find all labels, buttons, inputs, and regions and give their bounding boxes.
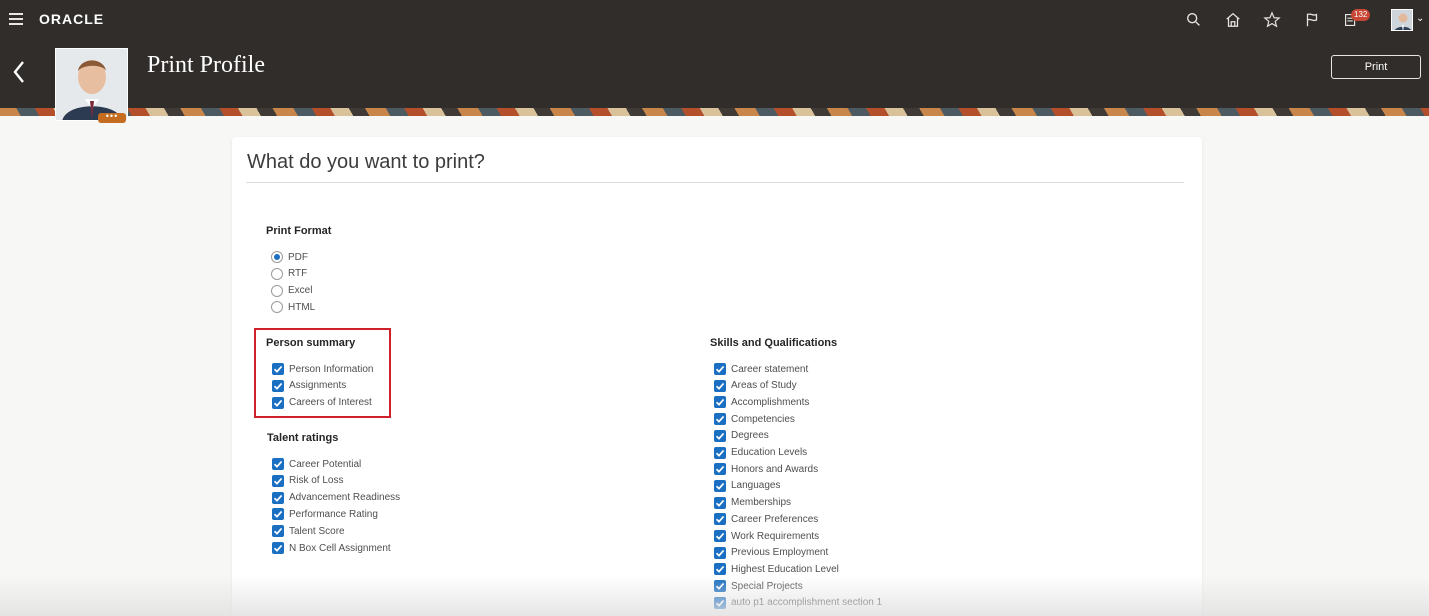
radio-label: HTML	[288, 301, 316, 313]
radio-button[interactable]	[271, 301, 283, 314]
radio-option-excel[interactable]: Excel	[271, 283, 312, 299]
checkbox-label: Performance Rating	[289, 508, 378, 520]
more-options-icon[interactable]: •••	[98, 112, 126, 123]
checkbox-checked-icon[interactable]	[714, 396, 726, 409]
talent-ratings-checkbox-item[interactable]: Performance Rating	[272, 506, 378, 522]
back-icon[interactable]	[10, 58, 28, 86]
radio-button[interactable]	[271, 251, 283, 263]
checkbox-label: Career Preferences	[731, 513, 819, 525]
oracle-logo[interactable]: ORACLE	[39, 11, 104, 27]
search-icon[interactable]	[1184, 10, 1204, 30]
card-title: What do you want to print?	[247, 151, 485, 173]
checkbox-label: Work Requirements	[731, 530, 820, 542]
talent-ratings-checkbox-item[interactable]: Career Potential	[272, 456, 361, 472]
skills-checkbox-item[interactable]: Memberships	[714, 495, 791, 511]
checkbox-checked-icon[interactable]	[714, 580, 726, 593]
skills-checkbox-item[interactable]: Areas of Study	[714, 378, 797, 394]
checkbox-label: Areas of Study	[731, 380, 797, 392]
checkbox-checked-icon[interactable]	[272, 525, 284, 538]
radio-label: RTF	[288, 268, 308, 280]
divider	[246, 182, 1184, 183]
skills-checkbox-item[interactable]: Career statement	[714, 361, 808, 377]
checkbox-checked-icon[interactable]	[272, 508, 284, 521]
checkbox-checked-icon[interactable]	[714, 429, 726, 442]
skills-checkbox-item[interactable]: Accomplishments	[714, 394, 809, 410]
checkbox-label: Highest Education Level	[731, 563, 839, 575]
skills-checkbox-item[interactable]: Highest Education Level	[714, 561, 839, 577]
skills-checkbox-item[interactable]: Special Projects	[714, 578, 803, 594]
talent-ratings-checkbox-item[interactable]: N Box Cell Assignment	[272, 540, 391, 556]
skills-checkbox-item[interactable]: Languages	[714, 478, 781, 494]
checkbox-checked-icon[interactable]	[714, 463, 726, 476]
checkbox-checked-icon[interactable]	[272, 458, 284, 470]
decorative-banner	[0, 108, 1429, 116]
talent-ratings-checkbox-item[interactable]: Risk of Loss	[272, 473, 343, 489]
talent-ratings-checkbox-item[interactable]: Talent Score	[272, 523, 345, 539]
radio-button[interactable]	[271, 267, 283, 280]
checkbox-checked-icon[interactable]	[714, 496, 726, 509]
star-icon[interactable]	[1262, 10, 1282, 30]
print-format-label: Print Format	[266, 225, 332, 237]
checkbox-label: Risk of Loss	[289, 475, 344, 487]
skills-checkbox-item[interactable]: Honors and Awards	[714, 461, 818, 477]
skills-checkbox-item[interactable]: Degrees	[714, 428, 769, 444]
checkbox-checked-icon[interactable]	[714, 563, 726, 576]
checkbox-checked-icon[interactable]	[714, 379, 726, 392]
checkbox-label: Competencies	[731, 413, 795, 425]
page-title: Print Profile	[147, 52, 265, 78]
checkbox-checked-icon[interactable]	[714, 413, 726, 426]
skills-checkbox-item[interactable]: Education Levels	[714, 445, 807, 461]
checkbox-checked-icon[interactable]	[714, 513, 726, 526]
checkbox-label: auto p1 accomplishment section 1	[731, 597, 883, 609]
talent-ratings-checkbox-item[interactable]: Advancement Readiness	[272, 490, 400, 506]
radio-option-pdf[interactable]: PDF	[271, 249, 308, 265]
checkbox-label: Talent Score	[289, 525, 345, 537]
skills-checkbox-item[interactable]: Work Requirements	[714, 528, 819, 544]
checkbox-label: Degrees	[731, 430, 769, 442]
checkbox-label: Previous Employment	[731, 547, 829, 559]
radio-label: PDF	[288, 251, 308, 263]
checkbox-label: Languages	[731, 480, 781, 492]
radio-label: Excel	[288, 285, 313, 297]
checkbox-checked-icon[interactable]	[714, 479, 726, 492]
skills-checkbox-item[interactable]: Previous Employment	[714, 545, 828, 561]
user-avatar[interactable]	[1391, 9, 1413, 31]
checkbox-label: N Box Cell Assignment	[289, 542, 391, 554]
skills-checkbox-item[interactable]: Competencies	[714, 411, 795, 427]
chevron-down-icon[interactable]: ⌄	[1416, 13, 1424, 24]
checkbox-label: Advancement Readiness	[289, 492, 401, 504]
checkbox-label: Education Levels	[731, 447, 808, 458]
radio-option-html[interactable]: HTML	[271, 299, 315, 315]
person-summary-highlight	[254, 328, 391, 418]
checkbox-label: Special Projects	[731, 580, 803, 592]
home-icon[interactable]	[1223, 10, 1243, 30]
skills-checkbox-item[interactable]: Career Preferences	[714, 511, 818, 527]
checkbox-label: Career Potential	[289, 458, 362, 470]
checkbox-checked-icon[interactable]	[714, 530, 726, 542]
checkbox-label: Career statement	[731, 363, 809, 375]
menu-icon[interactable]	[9, 13, 23, 25]
flag-icon[interactable]	[1302, 10, 1322, 30]
skills-checkbox-item[interactable]: auto p1 accomplishment section 1	[714, 595, 882, 611]
radio-option-rtf[interactable]: RTF	[271, 266, 307, 282]
checkbox-checked-icon[interactable]	[272, 474, 284, 487]
talent-ratings-label: Talent ratings	[267, 432, 339, 444]
checkbox-label: Honors and Awards	[731, 463, 819, 475]
checkbox-checked-icon[interactable]	[272, 491, 284, 504]
checkbox-checked-icon[interactable]	[714, 546, 726, 559]
checkbox-checked-icon[interactable]	[714, 596, 726, 609]
print-button[interactable]: Print	[1331, 55, 1421, 79]
global-header: ORACLE 132 ⌄	[0, 0, 1429, 40]
checkbox-checked-icon[interactable]	[714, 446, 726, 459]
checkbox-label: Memberships	[731, 497, 792, 509]
notification-count-badge: 132	[1351, 9, 1371, 21]
checkbox-checked-icon[interactable]	[272, 542, 284, 554]
checkbox-checked-icon[interactable]	[714, 363, 726, 375]
checkbox-label: Accomplishments	[731, 396, 810, 408]
skills-label: Skills and Qualifications	[710, 337, 838, 349]
radio-button[interactable]	[271, 284, 283, 297]
page-header: Print Profile Print	[0, 40, 1429, 121]
